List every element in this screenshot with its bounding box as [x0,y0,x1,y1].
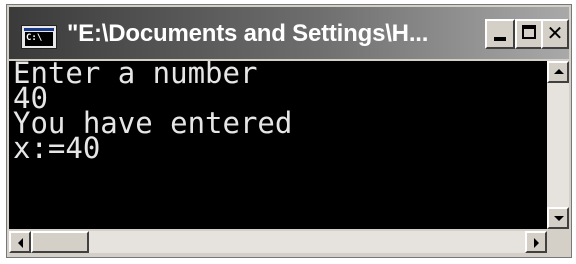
close-icon: ✕ [546,21,564,45]
close-button[interactable]: ✕ [541,19,569,49]
console-app-icon[interactable]: C:\ [21,25,57,49]
arrow-down-icon [554,216,564,221]
console-output[interactable]: Enter a number 40 You have entered x:=40 [9,61,547,229]
console-line: Enter a number [13,61,258,90]
console-window: C:\ "E:\Documents and Settings\H... ✕ En… [6,4,572,258]
vertical-scrollbar[interactable] [547,61,569,229]
scroll-down-button[interactable] [547,207,569,229]
scroll-left-button[interactable] [9,231,31,253]
arrow-left-icon [18,238,23,248]
arrow-up-icon [554,69,564,74]
scroll-up-button[interactable] [547,61,569,83]
horizontal-scrollbar[interactable] [9,231,547,253]
window-title: "E:\Documents and Settings\H... [67,20,429,47]
resize-grip[interactable] [547,231,569,253]
title-bar[interactable]: C:\ "E:\Documents and Settings\H... ✕ [9,7,569,59]
scroll-right-button[interactable] [525,231,547,253]
app-icon-glyph: C:\ [25,32,53,46]
horizontal-scroll-thumb[interactable] [31,231,89,253]
minimize-button[interactable] [485,19,515,49]
arrow-right-icon [534,238,539,248]
